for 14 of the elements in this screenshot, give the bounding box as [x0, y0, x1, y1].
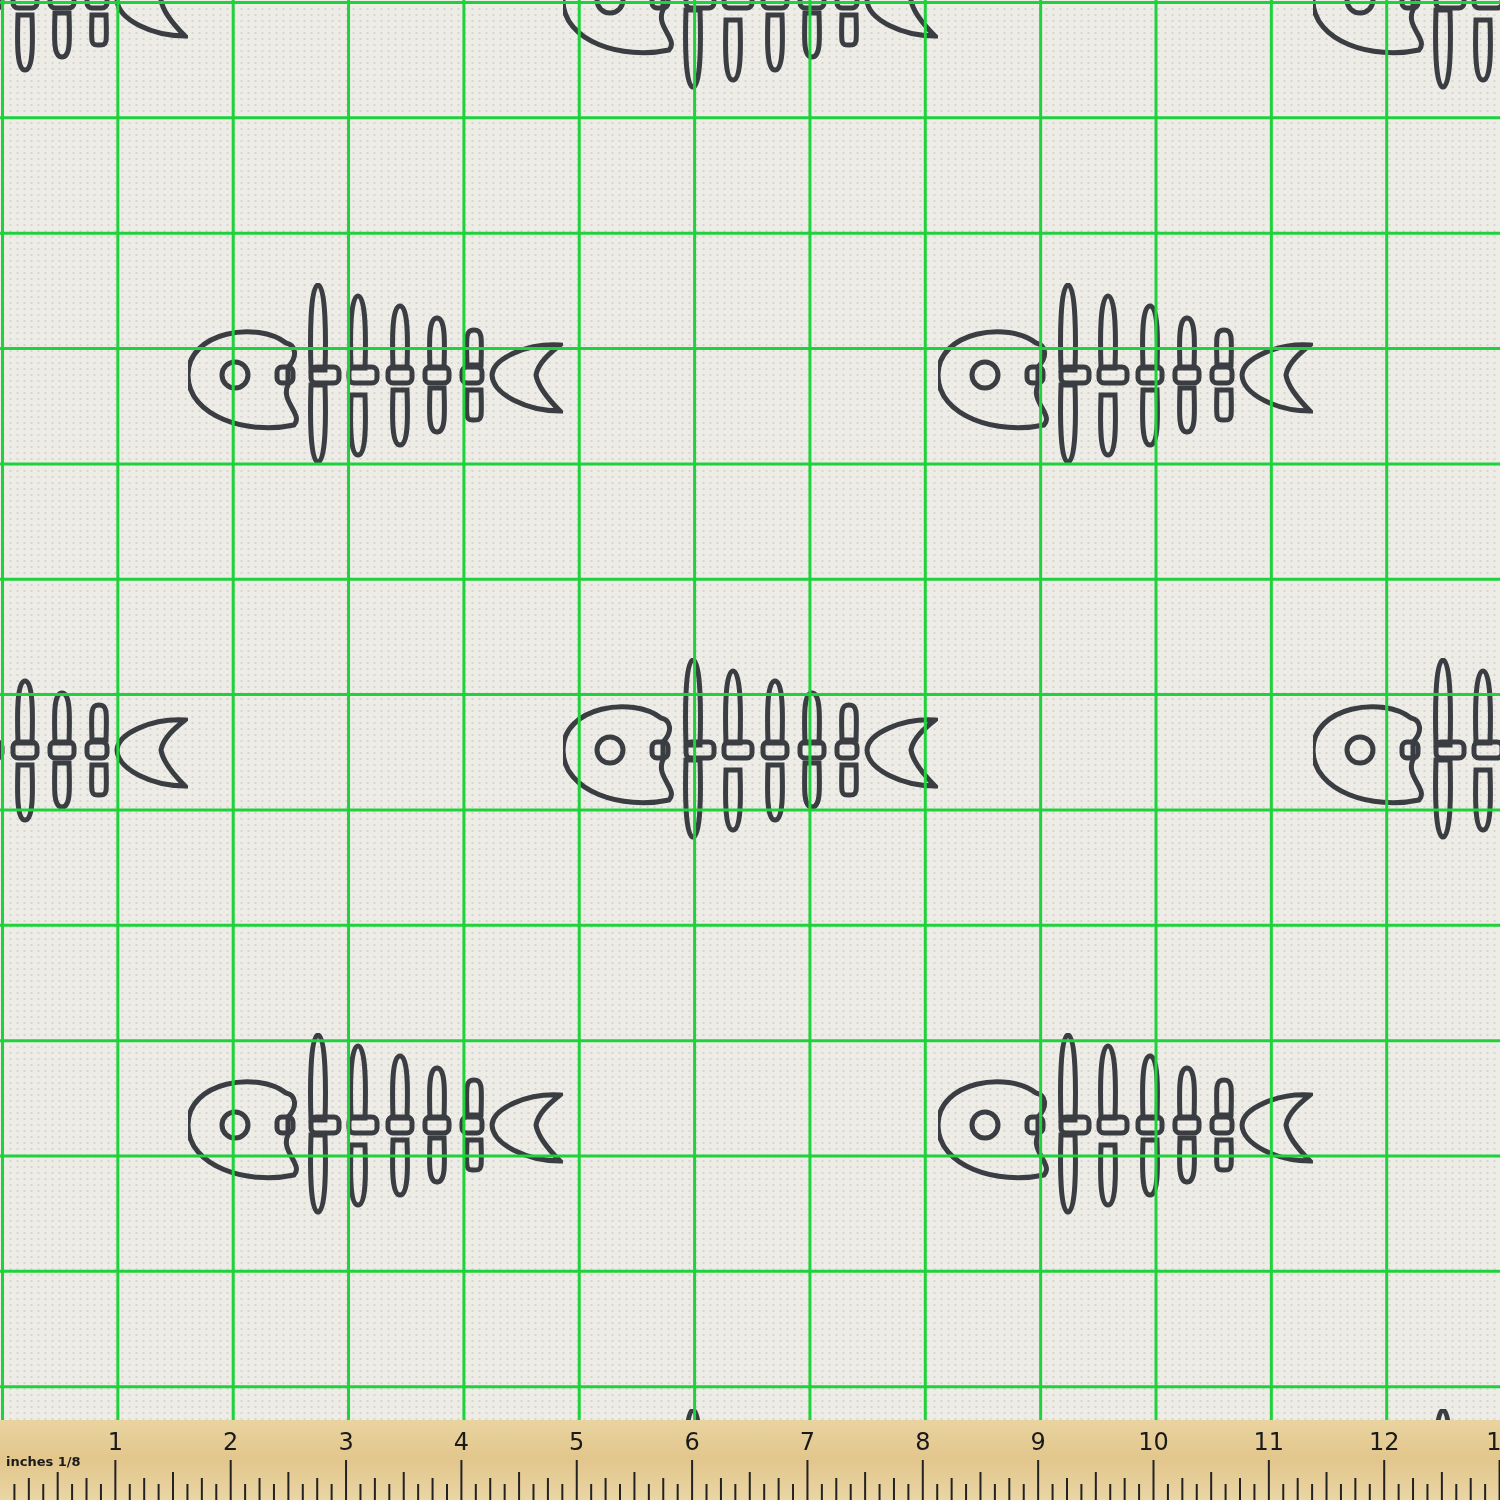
- ruler-number: 1: [1486, 1428, 1500, 1456]
- ruler-number: 4: [453, 1428, 470, 1456]
- ruler-number: 5: [569, 1428, 585, 1456]
- ruler-number: 12: [1368, 1428, 1400, 1456]
- ruler-number: 9: [1030, 1428, 1046, 1456]
- ruler-number: 1: [107, 1428, 123, 1456]
- ruler-number: 6: [684, 1428, 700, 1456]
- ruler-number: 10: [1138, 1428, 1169, 1456]
- ruler-number: 7: [799, 1428, 816, 1456]
- ruler-number: 3: [338, 1428, 354, 1456]
- ruler-number: 2: [223, 1428, 239, 1456]
- ruler-unit-label: inches 1/8: [6, 1454, 81, 1469]
- ruler-number: 11: [1253, 1428, 1285, 1456]
- ruler-number: 8: [915, 1428, 931, 1456]
